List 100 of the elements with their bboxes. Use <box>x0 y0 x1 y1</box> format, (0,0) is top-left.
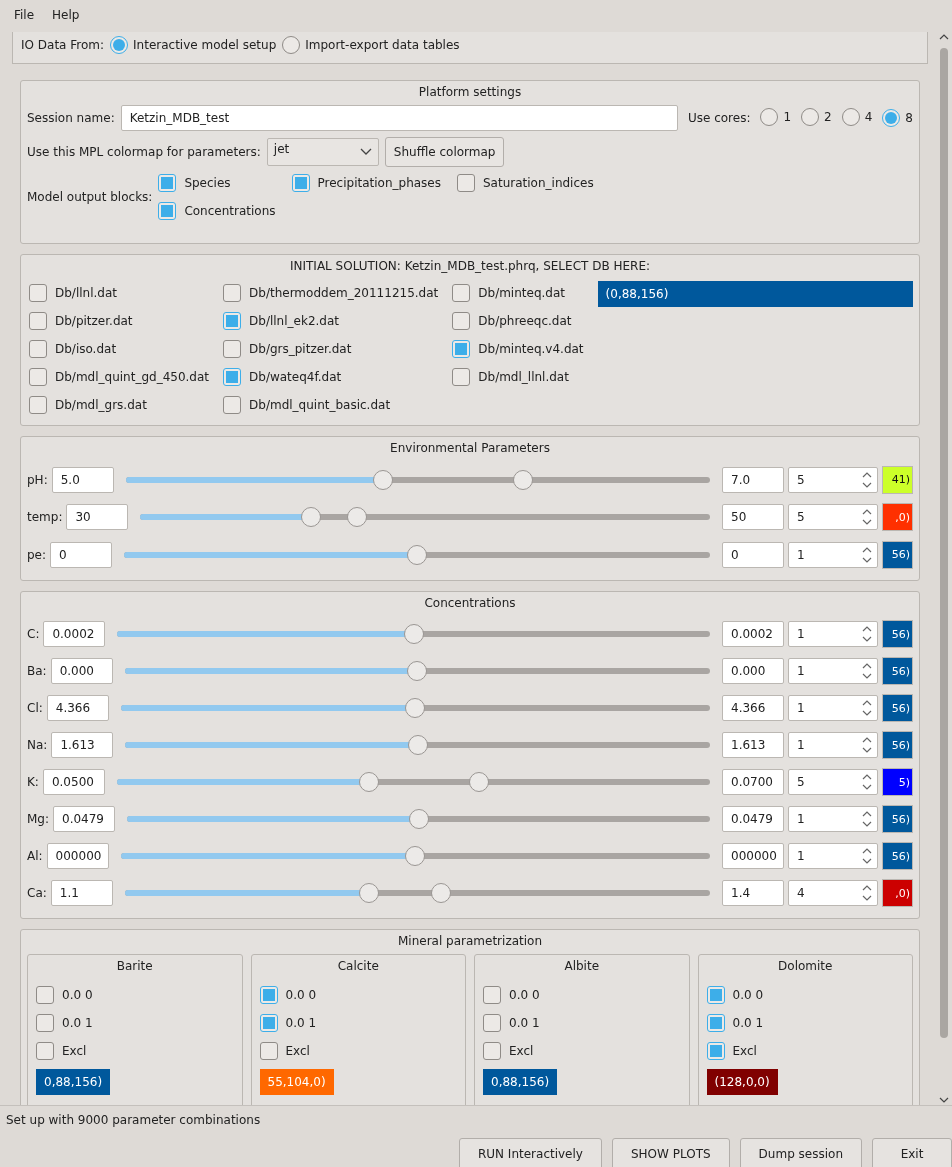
checkbox-option[interactable]: 0.0 0 <box>483 980 681 1009</box>
checkbox-option[interactable]: 0.0 0 <box>36 980 234 1009</box>
spin-arrows-icon[interactable] <box>861 545 873 565</box>
checkbox-option[interactable]: 0.0 0 <box>259 980 457 1009</box>
color-swatch[interactable]: (0,88,156) <box>597 281 913 307</box>
action-button[interactable]: Exit <box>872 1138 952 1167</box>
action-button[interactable]: SHOW PLOTS <box>611 1138 730 1167</box>
checkbox-option[interactable]: 0.0 1 <box>36 1008 234 1037</box>
color-swatch[interactable]: 56) <box>882 694 913 723</box>
checkbox-option[interactable]: Db/minteq.v4.dat <box>452 335 584 363</box>
slider-handle[interactable] <box>513 469 533 490</box>
checkbox-option[interactable]: Db/thermoddem_20111215.dat <box>223 279 439 307</box>
range-slider[interactable] <box>124 660 710 683</box>
checkbox-option[interactable]: Db/iso.dat <box>29 335 210 363</box>
shuffle-button[interactable]: Shuffle colormap <box>384 137 505 167</box>
max-field[interactable]: 0.000 <box>722 658 784 685</box>
slider-handle[interactable] <box>405 698 426 719</box>
steps-spinbox[interactable]: 5 <box>788 769 878 796</box>
checkbox-option[interactable]: 0.0 1 <box>706 1008 904 1037</box>
max-field[interactable]: 1.613 <box>722 732 784 759</box>
checkbox-option[interactable]: Db/llnl_ek2.dat <box>223 307 439 335</box>
max-field[interactable]: 0.0479 <box>722 806 784 833</box>
scroll-down-icon[interactable] <box>939 1095 949 1105</box>
steps-spinbox[interactable]: 5 <box>788 466 878 493</box>
checkbox-option[interactable]: Saturation_indices <box>457 169 594 197</box>
steps-spinbox[interactable]: 1 <box>788 806 878 833</box>
max-field[interactable]: 0.0002 <box>722 621 784 648</box>
checkbox-option[interactable]: Db/minteq.dat <box>452 279 584 307</box>
slider-handle[interactable] <box>358 772 379 793</box>
range-slider[interactable] <box>124 882 710 905</box>
slider-handle[interactable] <box>301 507 322 528</box>
checkbox-option[interactable]: Db/wateq4f.dat <box>223 363 439 391</box>
checkbox-option[interactable]: Excl <box>706 1036 904 1065</box>
checkbox-option[interactable]: Db/pitzer.dat <box>29 307 210 335</box>
range-slider[interactable] <box>117 623 710 646</box>
checkbox-option[interactable]: Db/grs_pitzer.dat <box>223 335 439 363</box>
color-swatch[interactable]: 0,88,156) <box>36 1068 111 1095</box>
range-slider[interactable] <box>125 468 710 491</box>
max-field[interactable]: 000000 <box>722 843 784 870</box>
max-field[interactable]: 50 <box>722 504 784 531</box>
slider-handle[interactable] <box>405 846 426 867</box>
slider-handle[interactable] <box>403 624 424 645</box>
checkbox-option[interactable]: Db/phreeqc.dat <box>452 307 584 335</box>
slider-handle[interactable] <box>407 661 428 682</box>
color-swatch[interactable]: 56) <box>882 731 913 760</box>
min-field[interactable]: 0.0479 <box>53 806 115 833</box>
max-field[interactable]: 1.4 <box>722 880 784 907</box>
min-field[interactable]: 1.613 <box>51 732 114 759</box>
radio-option[interactable]: Import-export data tables <box>282 36 460 54</box>
max-field[interactable]: 7.0 <box>722 466 784 493</box>
min-field[interactable]: 000000 <box>46 843 109 870</box>
range-slider[interactable] <box>127 808 710 831</box>
slider-handle[interactable] <box>407 545 427 565</box>
color-swatch[interactable]: 56) <box>882 805 913 834</box>
min-field[interactable]: 5.0 <box>51 466 114 493</box>
slider-handle[interactable] <box>430 883 451 904</box>
checkbox-option[interactable]: Db/llnl.dat <box>29 279 210 307</box>
min-field[interactable]: 4.366 <box>46 695 109 722</box>
slider-handle[interactable] <box>468 772 489 793</box>
max-field[interactable]: 4.366 <box>722 695 784 722</box>
range-slider[interactable] <box>116 771 710 794</box>
checkbox-option[interactable]: Db/mdl_quint_basic.dat <box>223 391 439 419</box>
color-swatch[interactable]: 0,88,156) <box>483 1068 558 1095</box>
checkbox-option[interactable]: Excl <box>483 1036 681 1065</box>
checkbox-option[interactable]: Db/mdl_grs.dat <box>29 391 210 419</box>
checkbox-option[interactable]: 0.0 0 <box>706 980 904 1009</box>
scroll-up-icon[interactable] <box>939 32 949 42</box>
max-field[interactable]: 0.0700 <box>722 769 784 796</box>
min-field[interactable]: 0 <box>50 542 113 568</box>
checkbox-option[interactable]: Concentrations <box>158 197 276 225</box>
slider-handle[interactable] <box>346 507 367 528</box>
steps-spinbox[interactable]: 1 <box>788 843 878 870</box>
checkbox-option[interactable]: Excl <box>36 1036 234 1065</box>
checkbox-option[interactable]: 0.0 1 <box>259 1008 457 1037</box>
range-slider[interactable] <box>125 734 710 757</box>
color-swatch[interactable]: (128,0,0) <box>706 1068 778 1095</box>
min-field[interactable]: 30 <box>66 504 129 531</box>
colormap-dropdown[interactable]: jet <box>266 138 379 166</box>
slider-handle[interactable] <box>372 469 393 490</box>
color-swatch[interactable]: ,0) <box>882 879 913 908</box>
action-button[interactable]: RUN Interactively <box>458 1138 602 1167</box>
checkbox-option[interactable]: Precipitation_phases <box>291 169 441 197</box>
color-swatch[interactable]: 56) <box>882 620 913 649</box>
min-field[interactable]: 0.0500 <box>42 769 105 796</box>
session-field[interactable]: Ketzin_MDB_test <box>120 105 678 131</box>
steps-spinbox[interactable]: 1 <box>788 732 878 759</box>
min-field[interactable]: 0.0002 <box>43 621 106 648</box>
action-button[interactable]: Dump session <box>739 1138 862 1167</box>
min-field[interactable]: 1.1 <box>50 880 113 907</box>
checkbox-option[interactable]: Db/mdl_quint_gd_450.dat <box>29 363 210 391</box>
steps-spinbox[interactable]: 5 <box>788 504 878 531</box>
range-slider[interactable] <box>124 544 710 566</box>
color-swatch[interactable]: ,0) <box>882 503 913 532</box>
min-field[interactable]: 0.000 <box>50 658 113 685</box>
checkbox-option[interactable]: Db/mdl_llnl.dat <box>452 363 584 391</box>
color-swatch[interactable]: 5) <box>882 768 913 797</box>
range-slider[interactable] <box>140 506 710 529</box>
color-swatch[interactable]: 56) <box>882 657 913 686</box>
color-swatch[interactable]: 56) <box>882 842 913 871</box>
max-field[interactable]: 0 <box>722 542 784 568</box>
